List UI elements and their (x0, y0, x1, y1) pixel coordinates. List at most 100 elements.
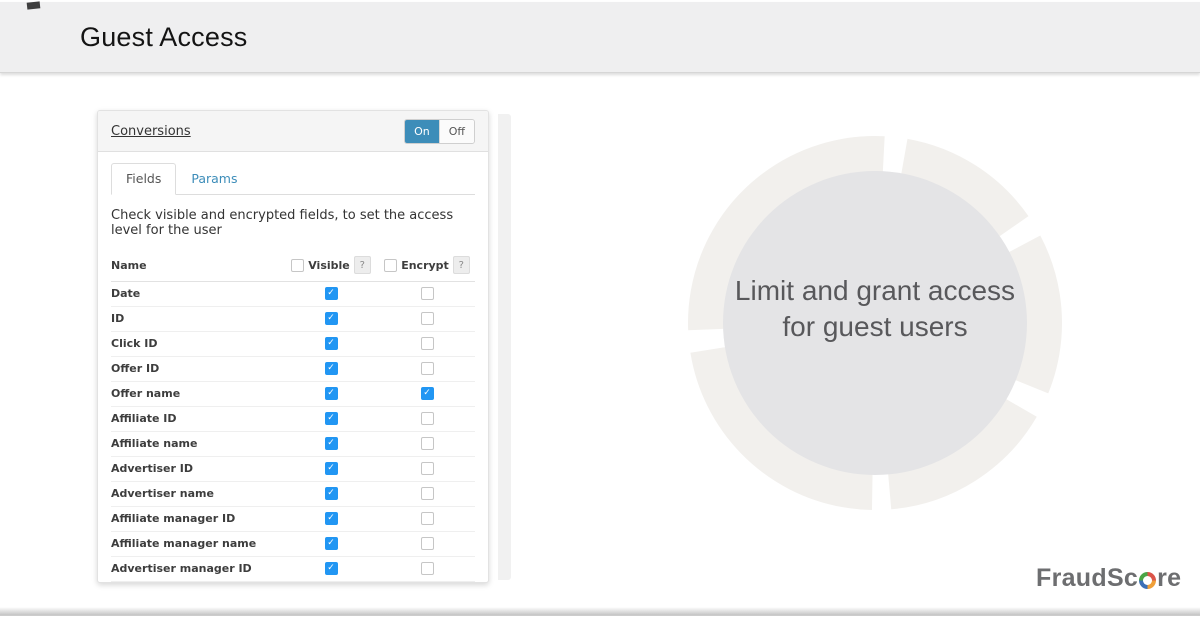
encrypt-checkbox-cell (379, 412, 475, 425)
visible-help-button[interactable]: ? (354, 256, 371, 274)
visible-checkbox[interactable]: ✓ (325, 412, 338, 425)
visible-checkbox[interactable]: ✓ (325, 387, 338, 400)
visible-checkbox-cell: ✓ (283, 362, 379, 375)
encrypt-select-all-checkbox[interactable] (384, 259, 397, 272)
panel-header: Conversions On Off (98, 111, 488, 152)
row-name: Affiliate name (111, 437, 283, 450)
encrypt-checkbox-cell (379, 437, 475, 450)
table-header: Name Visible ? Encrypt ? (111, 250, 475, 282)
visible-checkbox[interactable]: ✓ (325, 287, 338, 300)
visible-checkbox-cell: ✓ (283, 387, 379, 400)
header-bar: Guest Access (0, 2, 1200, 73)
visible-checkbox-cell: ✓ (283, 512, 379, 525)
toggle-off-button[interactable]: Off (439, 120, 474, 143)
row-name: ID (111, 312, 283, 325)
visible-checkbox[interactable]: ✓ (325, 487, 338, 500)
column-visible: Visible ? (283, 256, 379, 274)
encrypt-help-button[interactable]: ? (453, 256, 470, 274)
table-row: ID ✓ (111, 307, 475, 332)
visible-checkbox-cell: ✓ (283, 412, 379, 425)
info-badge-text: Limit and grant access for guest users (725, 273, 1025, 345)
description-text: Check visible and encrypted fields, to s… (111, 208, 475, 238)
column-encrypt: Encrypt ? (379, 256, 475, 274)
visible-checkbox[interactable]: ✓ (325, 437, 338, 450)
fraudscore-logo: FraudSc re (1036, 564, 1181, 593)
row-name: Affiliate manager ID (111, 512, 283, 525)
tab-bar: Fields Params (111, 163, 475, 195)
tab-fields[interactable]: Fields (111, 163, 176, 195)
page-bottom-edge (0, 607, 1200, 616)
toggle-on-button[interactable]: On (405, 120, 439, 143)
tab-params[interactable]: Params (176, 163, 252, 195)
encrypt-checkbox[interactable] (421, 512, 434, 525)
encrypt-checkbox[interactable] (421, 537, 434, 550)
visible-checkbox[interactable]: ✓ (325, 362, 338, 375)
visible-checkbox-cell: ✓ (283, 312, 379, 325)
encrypt-checkbox-cell (379, 312, 475, 325)
visible-checkbox[interactable]: ✓ (325, 562, 338, 575)
table-row: Affiliate name ✓ (111, 432, 475, 457)
visible-checkbox-cell: ✓ (283, 487, 379, 500)
row-name: Advertiser name (111, 487, 283, 500)
conversions-panel: Conversions On Off Fields Params Check v… (97, 110, 489, 583)
column-name-label: Name (111, 259, 283, 272)
table-row: Advertiser manager ID ✓ (111, 557, 475, 582)
visible-checkbox[interactable]: ✓ (325, 337, 338, 350)
row-name: Affiliate ID (111, 412, 283, 425)
conversions-link[interactable]: Conversions (111, 124, 191, 139)
panel-body: Fields Params Check visible and encrypte… (98, 152, 488, 583)
visible-checkbox-cell: ✓ (283, 287, 379, 300)
table-row: Affiliate ID ✓ (111, 407, 475, 432)
encrypt-checkbox[interactable] (421, 487, 434, 500)
encrypt-checkbox[interactable] (421, 362, 434, 375)
encrypt-checkbox-cell (379, 337, 475, 350)
encrypt-checkbox-cell (379, 487, 475, 500)
visible-checkbox-cell: ✓ (283, 537, 379, 550)
visible-checkbox-cell: ✓ (283, 562, 379, 575)
table-row: Affiliate manager name ✓ (111, 532, 475, 557)
visible-select-all-checkbox[interactable] (291, 259, 304, 272)
visible-checkbox-cell: ✓ (283, 437, 379, 450)
table-row: Advertiser manager name✓ (111, 582, 475, 583)
row-name: Offer name (111, 387, 283, 400)
table-body: Date✓ID✓Click ID✓Offer ID✓Offer name✓✓Af… (111, 282, 475, 583)
encrypt-checkbox[interactable]: ✓ (421, 387, 434, 400)
visible-checkbox[interactable]: ✓ (325, 312, 338, 325)
column-visible-label: Visible (308, 259, 350, 272)
row-name: Advertiser ID (111, 462, 283, 475)
logo-text-prefix: FraudSc (1036, 564, 1138, 593)
encrypt-checkbox[interactable] (421, 337, 434, 350)
encrypt-checkbox[interactable] (421, 312, 434, 325)
encrypt-checkbox[interactable] (421, 287, 434, 300)
visible-checkbox[interactable]: ✓ (325, 537, 338, 550)
row-name: Offer ID (111, 362, 283, 375)
visible-checkbox[interactable]: ✓ (325, 512, 338, 525)
row-name: Affiliate manager name (111, 537, 283, 550)
encrypt-checkbox-cell (379, 462, 475, 475)
table-row: Click ID✓ (111, 332, 475, 357)
logo-text-suffix: re (1157, 564, 1181, 593)
page-bottom-margin (0, 616, 1200, 630)
background-card-edge (498, 114, 511, 580)
column-encrypt-label: Encrypt (401, 259, 449, 272)
encrypt-checkbox-cell (379, 537, 475, 550)
row-name: Advertiser manager ID (111, 562, 283, 575)
encrypt-checkbox-cell (379, 512, 475, 525)
info-badge: Limit and grant access for guest users (685, 133, 1065, 513)
table-row: Advertiser ID ✓ (111, 457, 475, 482)
row-name: Date (111, 287, 283, 300)
encrypt-checkbox[interactable] (421, 412, 434, 425)
encrypt-checkbox[interactable] (421, 462, 434, 475)
table-row: Offer name ✓ ✓ (111, 382, 475, 407)
encrypt-checkbox[interactable] (421, 437, 434, 450)
encrypt-checkbox-cell (379, 562, 475, 575)
encrypt-checkbox-cell (379, 287, 475, 300)
table-row: Date ✓ (111, 282, 475, 307)
corner-artifact (27, 1, 41, 9)
table-row: Advertiser name ✓ (111, 482, 475, 507)
visible-checkbox-cell: ✓ (283, 337, 379, 350)
visible-checkbox[interactable]: ✓ (325, 462, 338, 475)
encrypt-checkbox-cell: ✓ (379, 387, 475, 400)
on-off-toggle: On Off (404, 119, 475, 144)
encrypt-checkbox[interactable] (421, 562, 434, 575)
